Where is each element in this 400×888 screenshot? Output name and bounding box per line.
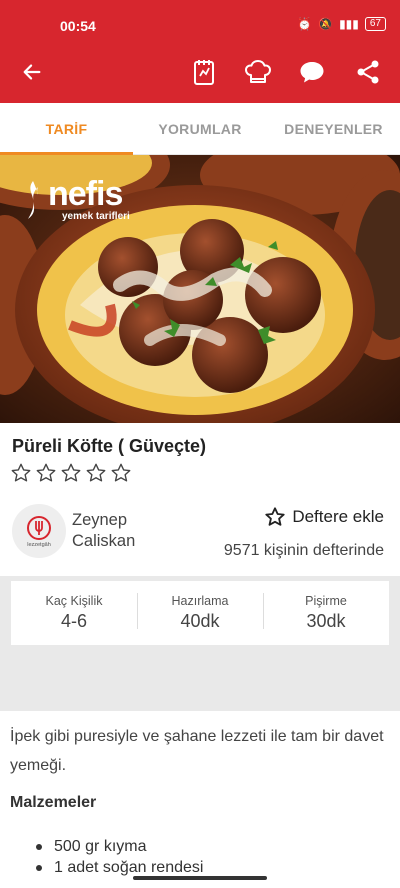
mute-icon: 🔕 <box>318 17 334 31</box>
signal-icon: ▮▮▮ <box>339 17 359 31</box>
star-4-icon[interactable] <box>85 462 107 484</box>
author-name[interactable]: Zeynep Caliskan <box>72 510 182 552</box>
comment-bubble-icon[interactable] <box>296 56 328 88</box>
ingredients-heading: Malzemeler <box>10 794 97 811</box>
alarm-icon: ⏰ <box>297 17 313 31</box>
chef-hat-icon[interactable] <box>242 56 274 88</box>
star-2-icon[interactable] <box>35 462 57 484</box>
prep-time-info: Hazırlama 40dk <box>137 581 263 645</box>
author-avatar[interactable]: lezzetgâh <box>12 504 66 558</box>
author-section: lezzetgâh Zeynep Caliskan Deftere ekle 9… <box>12 504 388 564</box>
battery-icon: 67 <box>364 17 386 31</box>
system-icons: ⏰ 🔕 ▮▮▮ 67 <box>297 17 386 31</box>
prep-time-label: Hazırlama <box>171 594 229 608</box>
star-3-icon[interactable] <box>60 462 82 484</box>
recipe-photo[interactable]: nefis yemek tarifleri <box>0 155 400 423</box>
back-arrow-icon[interactable] <box>16 56 48 88</box>
recipe-info-section: Kaç Kişilik 4-6 Hazırlama 40dk Pişirme 3… <box>0 576 400 711</box>
tab-yorumlar[interactable]: YORUMLAR <box>133 103 267 155</box>
recipe-description: İpek gibi puresiyle ve şahane lezzeti il… <box>10 728 384 774</box>
status-time: 00:54 <box>60 18 96 34</box>
add-to-notebook-button[interactable]: Deftere ekle <box>264 506 384 528</box>
servings-label: Kaç Kişilik <box>45 594 103 608</box>
rating-stars[interactable] <box>10 462 132 484</box>
cook-time-label: Pişirme <box>305 594 347 608</box>
tab-tarif[interactable]: TARİF <box>0 103 133 155</box>
servings-value: 4-6 <box>60 611 87 631</box>
cook-time-value: 30dk <box>306 611 346 631</box>
avatar-label: lezzetgâh <box>27 541 51 548</box>
share-icon[interactable] <box>352 56 384 88</box>
star-1-icon[interactable] <box>10 462 32 484</box>
recipe-info-card: Kaç Kişilik 4-6 Hazırlama 40dk Pişirme 3… <box>11 581 389 645</box>
prep-time-value: 40dk <box>180 611 220 631</box>
ingredients-list: 500 gr kıyma 1 adet soğan rendesi <box>36 836 203 878</box>
notebook-count: 9571 kişinin defterinde <box>223 542 384 559</box>
servings-info: Kaç Kişilik 4-6 <box>11 581 137 645</box>
fork-plate-icon <box>27 515 51 540</box>
nefis-logo: nefis yemek tarifleri <box>22 177 130 222</box>
nefis-logo-subtext: yemek tarifleri <box>62 211 130 222</box>
tab-deneyenler[interactable]: DENEYENLER <box>267 103 400 155</box>
ingredient-item: 500 gr kıyma <box>36 836 203 857</box>
ingredient-item: 1 adet soğan rendesi <box>36 857 203 878</box>
app-bar <box>0 41 400 103</box>
notebook-icon[interactable] <box>188 56 220 88</box>
gesture-nav-handle[interactable] <box>133 876 267 880</box>
nefis-logo-text: nefis <box>48 175 123 213</box>
star-5-icon[interactable] <box>110 462 132 484</box>
tab-bar: TARİF YORUMLAR DENEYENLER <box>0 103 400 155</box>
cook-time-info: Pişirme 30dk <box>263 581 389 645</box>
recipe-title: Püreli Köfte ( Güveçte) <box>12 436 207 456</box>
add-to-notebook-label: Deftere ekle <box>292 507 384 526</box>
star-outline-icon <box>265 507 285 526</box>
status-bar: 00:54 ⏰ 🔕 ▮▮▮ 67 <box>0 0 400 41</box>
